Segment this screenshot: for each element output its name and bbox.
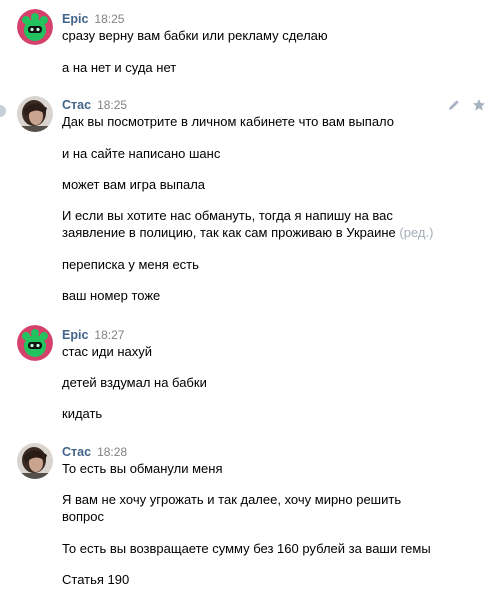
message-text: И если вы хотите нас обмануть, тогда я н… — [62, 208, 393, 223]
star-icon[interactable] — [472, 98, 486, 112]
pencil-icon[interactable] — [447, 98, 461, 112]
message-text: может вам игра выпала — [62, 177, 206, 192]
message-time: 18:25 — [97, 98, 128, 112]
stas-avatar[interactable] — [17, 443, 53, 479]
message-header: Стас 18:28 — [62, 444, 127, 460]
message-header: Стас 18:25 — [62, 97, 127, 113]
author-name[interactable]: Стас — [62, 98, 91, 112]
message-text: переписка у меня есть — [62, 257, 199, 272]
epic-avatar[interactable] — [17, 9, 53, 45]
message-text-edited: заявление в полицию, так как сам прожива… — [62, 224, 433, 241]
edited-label[interactable]: (ред.) — [399, 225, 433, 240]
selected-message-marker — [0, 105, 6, 117]
message-text: вопрос — [62, 509, 104, 524]
message-text: То есть вы обманули меня — [62, 461, 223, 476]
message-time: 18:25 — [94, 12, 125, 26]
message-text: Дак вы посмотрите в личном кабинете что … — [62, 114, 395, 129]
message-header: Epic 18:27 — [62, 327, 124, 343]
message-text: заявление в полицию, так как сам прожива… — [62, 225, 396, 240]
message-text: детей вздумал на бабки — [62, 375, 207, 390]
message-text: стас иди нахуй — [62, 344, 153, 359]
message-text: сразу верну вам бабки или рекламу сделаю — [62, 28, 328, 43]
message-text: Статья 190 — [62, 572, 130, 587]
stas-avatar[interactable] — [17, 96, 53, 132]
message-text: и на сайте написано шанс — [62, 146, 221, 161]
epic-avatar[interactable] — [17, 325, 53, 361]
message-text: а на нет и суда нет — [62, 60, 177, 75]
message-text: кидать — [62, 406, 103, 421]
author-name[interactable]: Стас — [62, 445, 91, 459]
author-name[interactable]: Epic — [62, 12, 88, 26]
message-time: 18:27 — [94, 328, 125, 342]
message-text: ваш номер тоже — [62, 288, 161, 303]
message-text: Я вам не хочу угрожать и так далее, хочу… — [62, 492, 402, 507]
message-header: Epic 18:25 — [62, 11, 124, 27]
message-time: 18:28 — [97, 445, 128, 459]
message-text: То есть вы возвращаете сумму без 160 руб… — [62, 541, 431, 556]
author-name[interactable]: Epic — [62, 328, 88, 342]
